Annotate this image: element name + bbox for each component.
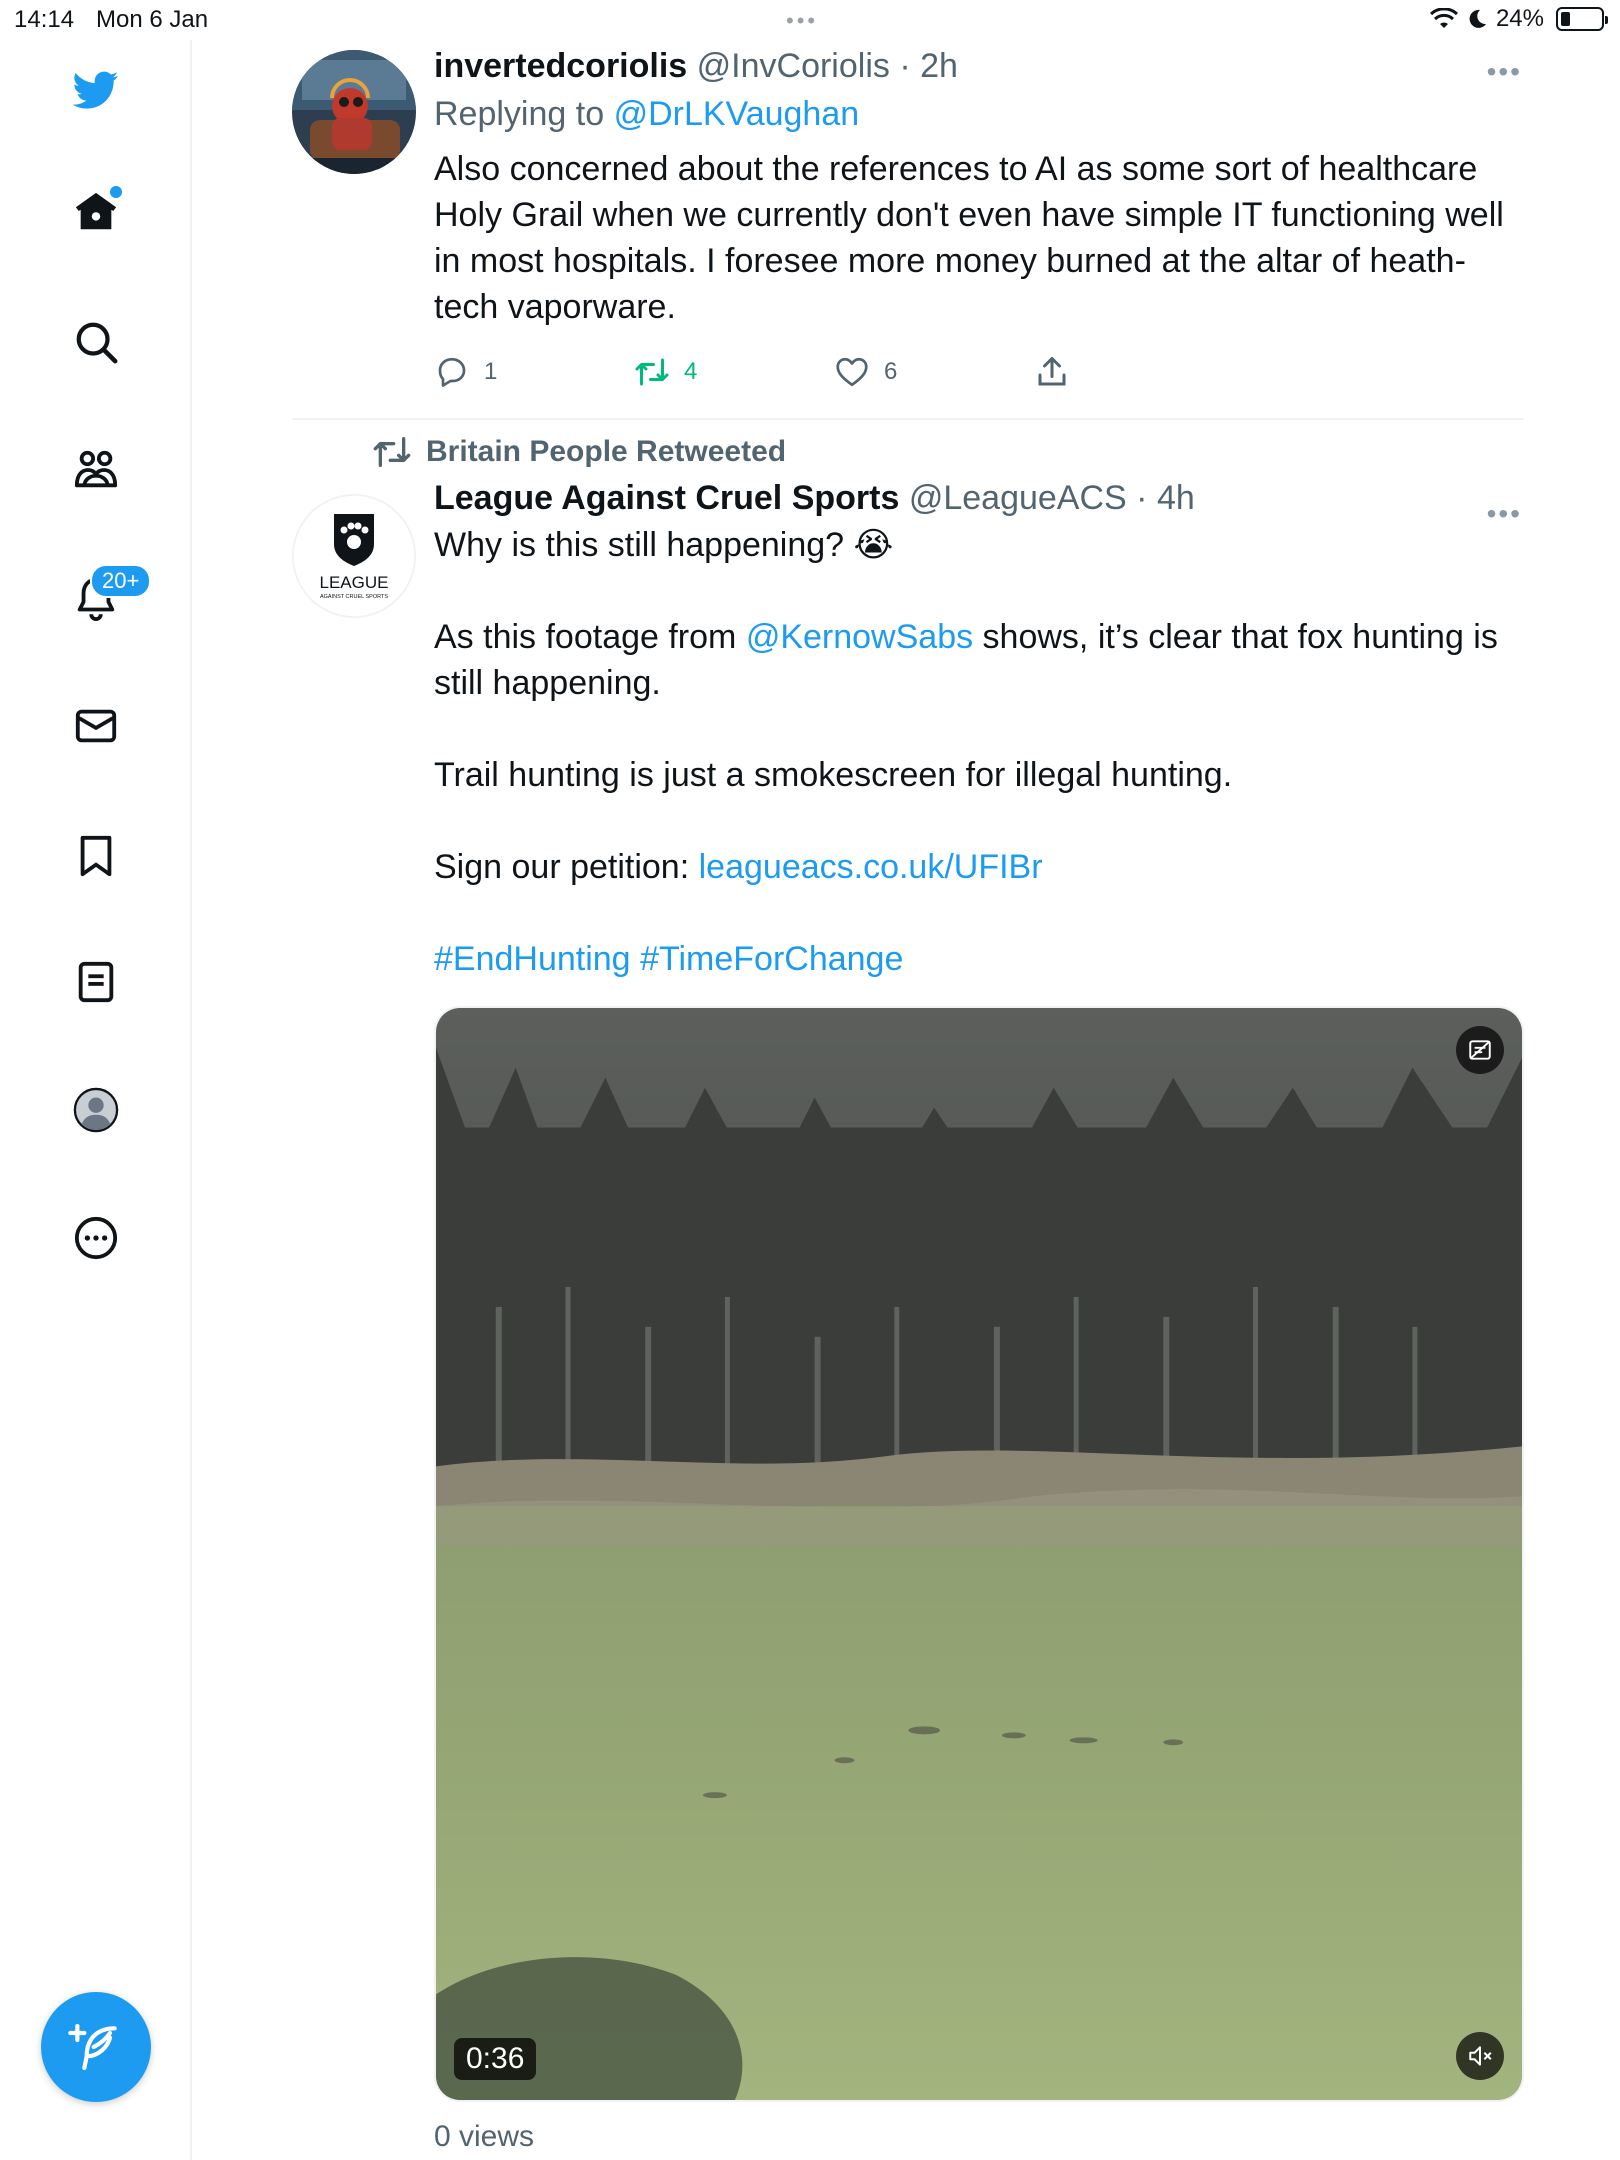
feather-plus-icon bbox=[68, 2023, 117, 2071]
tweet-header: invertedcoriolis @InvCoriolis · 2h bbox=[434, 42, 1524, 90]
reply-icon bbox=[438, 357, 466, 387]
avatar-icon bbox=[73, 1087, 119, 1133]
tweet-hashtags: #EndHunting #TimeForChange bbox=[434, 936, 1524, 982]
mute-button[interactable] bbox=[1456, 2032, 1504, 2080]
heart-icon bbox=[836, 357, 868, 387]
retweeted-by-text: Britain People Retweeted bbox=[426, 435, 787, 468]
muted-speaker-icon bbox=[1469, 2046, 1492, 2066]
tweet-body: Also concerned about the references to A… bbox=[434, 150, 1504, 326]
tweet-divider bbox=[292, 418, 1524, 420]
like-count: 6 bbox=[884, 358, 898, 385]
tweet-header: League Against Cruel Sports @LeagueACS ·… bbox=[434, 474, 1524, 522]
logo-wordmark: LEAGUE bbox=[320, 573, 389, 592]
status-right: 24% bbox=[1429, 5, 1608, 33]
nav-bookmarks[interactable] bbox=[66, 826, 126, 886]
more-options-icon[interactable]: ••• bbox=[1487, 56, 1522, 88]
notification-count-badge: 20+ bbox=[90, 564, 152, 598]
home-unread-dot bbox=[110, 186, 122, 198]
tweet-actions: 1 4 6 bbox=[434, 348, 1524, 396]
reply-button[interactable]: 1 bbox=[434, 354, 634, 390]
display-name[interactable]: League Against Cruel Sports bbox=[434, 479, 899, 517]
multitasking-dots-icon[interactable]: ••• bbox=[786, 8, 818, 34]
video-frame bbox=[436, 1008, 1522, 2100]
envelope-icon bbox=[75, 709, 117, 743]
image-description-icon bbox=[1469, 1040, 1491, 1060]
petition-label: Sign our petition: bbox=[434, 848, 699, 886]
retweet-icon bbox=[635, 358, 669, 386]
retweet-count: 4 bbox=[684, 358, 698, 385]
timestamp[interactable]: · 4h bbox=[1136, 479, 1195, 517]
tweet[interactable]: Britain People Retweeted LEAGUE AGAINST … bbox=[292, 430, 1524, 2154]
nav-notifications[interactable]: 20+ bbox=[66, 564, 152, 628]
user-avatar[interactable] bbox=[292, 50, 416, 174]
nav-home[interactable] bbox=[66, 182, 126, 242]
tweet-paragraph-4: Sign our petition: leagueacs.co.uk/UFIBr bbox=[434, 844, 1524, 890]
list-icon bbox=[78, 961, 114, 1003]
bookmark-icon bbox=[80, 835, 112, 877]
compose-tweet-button[interactable] bbox=[41, 1992, 151, 2102]
video-duration: 0:36 bbox=[454, 2038, 537, 2080]
moon-icon bbox=[1469, 9, 1486, 28]
nav-explore[interactable] bbox=[66, 312, 126, 372]
display-name[interactable]: invertedcoriolis bbox=[434, 47, 687, 85]
tweet-paragraph-2: As this footage from @KernowSabs shows, … bbox=[434, 614, 1524, 706]
league-logo: LEAGUE AGAINST CRUEL SPORTS bbox=[294, 496, 414, 616]
retweet-icon bbox=[373, 437, 411, 467]
replying-to: Replying to @DrLKVaughan bbox=[434, 90, 1524, 138]
nav-profile[interactable] bbox=[66, 1080, 126, 1140]
mention-link[interactable]: @KernowSabs bbox=[746, 618, 973, 656]
hashtag-link[interactable]: #TimeForChange bbox=[640, 940, 903, 978]
user-avatar[interactable]: LEAGUE AGAINST CRUEL SPORTS bbox=[292, 494, 416, 618]
nav-lists[interactable] bbox=[66, 952, 126, 1012]
battery-icon bbox=[1556, 7, 1608, 31]
petition-link[interactable]: leagueacs.co.uk/UFIBr bbox=[699, 848, 1043, 886]
handle[interactable]: @InvCoriolis bbox=[697, 47, 890, 85]
alt-text-button[interactable] bbox=[1456, 1026, 1504, 1074]
logo-subtext: AGAINST CRUEL SPORTS bbox=[320, 594, 388, 600]
replying-prefix: Replying to bbox=[434, 95, 605, 133]
tweet-paragraph-1: Why is this still happening? 😭 bbox=[434, 526, 894, 564]
more-circle-icon bbox=[74, 1216, 118, 1260]
tweet-content: League Against Cruel Sports @LeagueACS ·… bbox=[434, 474, 1524, 2154]
tweet[interactable]: invertedcoriolis @InvCoriolis · 2h ••• R… bbox=[292, 40, 1524, 422]
more-options-icon[interactable]: ••• bbox=[1487, 498, 1522, 530]
battery-percent: 24% bbox=[1495, 5, 1544, 32]
timeline: invertedcoriolis @InvCoriolis · 2h ••• R… bbox=[292, 40, 1524, 2154]
twitter-logo[interactable] bbox=[66, 60, 126, 120]
bird-icon bbox=[73, 71, 119, 109]
handle[interactable]: @LeagueACS bbox=[909, 479, 1127, 517]
nav-communities[interactable] bbox=[66, 440, 126, 500]
nav-messages[interactable] bbox=[66, 696, 126, 756]
sidebar: 20+ bbox=[0, 40, 192, 2160]
battery-level bbox=[1561, 12, 1570, 26]
status-time: 14:14 bbox=[14, 6, 75, 33]
people-icon bbox=[74, 450, 118, 488]
view-count: 0 views bbox=[434, 2120, 535, 2153]
timestamp[interactable]: · 2h bbox=[899, 47, 958, 85]
hashtag-link[interactable]: #EndHunting bbox=[434, 940, 631, 978]
share-icon bbox=[1038, 357, 1066, 386]
video-player[interactable]: 0:36 bbox=[434, 1006, 1524, 2102]
wifi-icon bbox=[1429, 8, 1458, 28]
share-button[interactable] bbox=[1034, 354, 1234, 390]
reply-count: 1 bbox=[484, 358, 498, 385]
retweeted-by[interactable]: Britain People Retweeted bbox=[372, 430, 1522, 474]
search-icon bbox=[76, 322, 118, 364]
paragraph-2-start: As this footage from bbox=[434, 618, 746, 656]
tweet-text: Also concerned about the references to A… bbox=[434, 146, 1524, 330]
retweet-button[interactable]: 4 bbox=[634, 354, 834, 390]
tweet-text: Why is this still happening? 😭 As this f… bbox=[434, 522, 1524, 982]
replying-mention[interactable]: @DrLKVaughan bbox=[614, 95, 860, 133]
avatar-image bbox=[292, 50, 416, 174]
like-button[interactable]: 6 bbox=[834, 354, 1034, 390]
nav-more[interactable] bbox=[66, 1208, 126, 1268]
tweet-content: invertedcoriolis @InvCoriolis · 2h ••• R… bbox=[434, 40, 1524, 396]
status-bar: 14:14 Mon 6 Jan ••• 24% bbox=[0, 0, 1620, 40]
status-date: Mon 6 Jan bbox=[96, 6, 209, 33]
tweet-paragraph-3: Trail hunting is just a smokescreen for … bbox=[434, 756, 1233, 794]
